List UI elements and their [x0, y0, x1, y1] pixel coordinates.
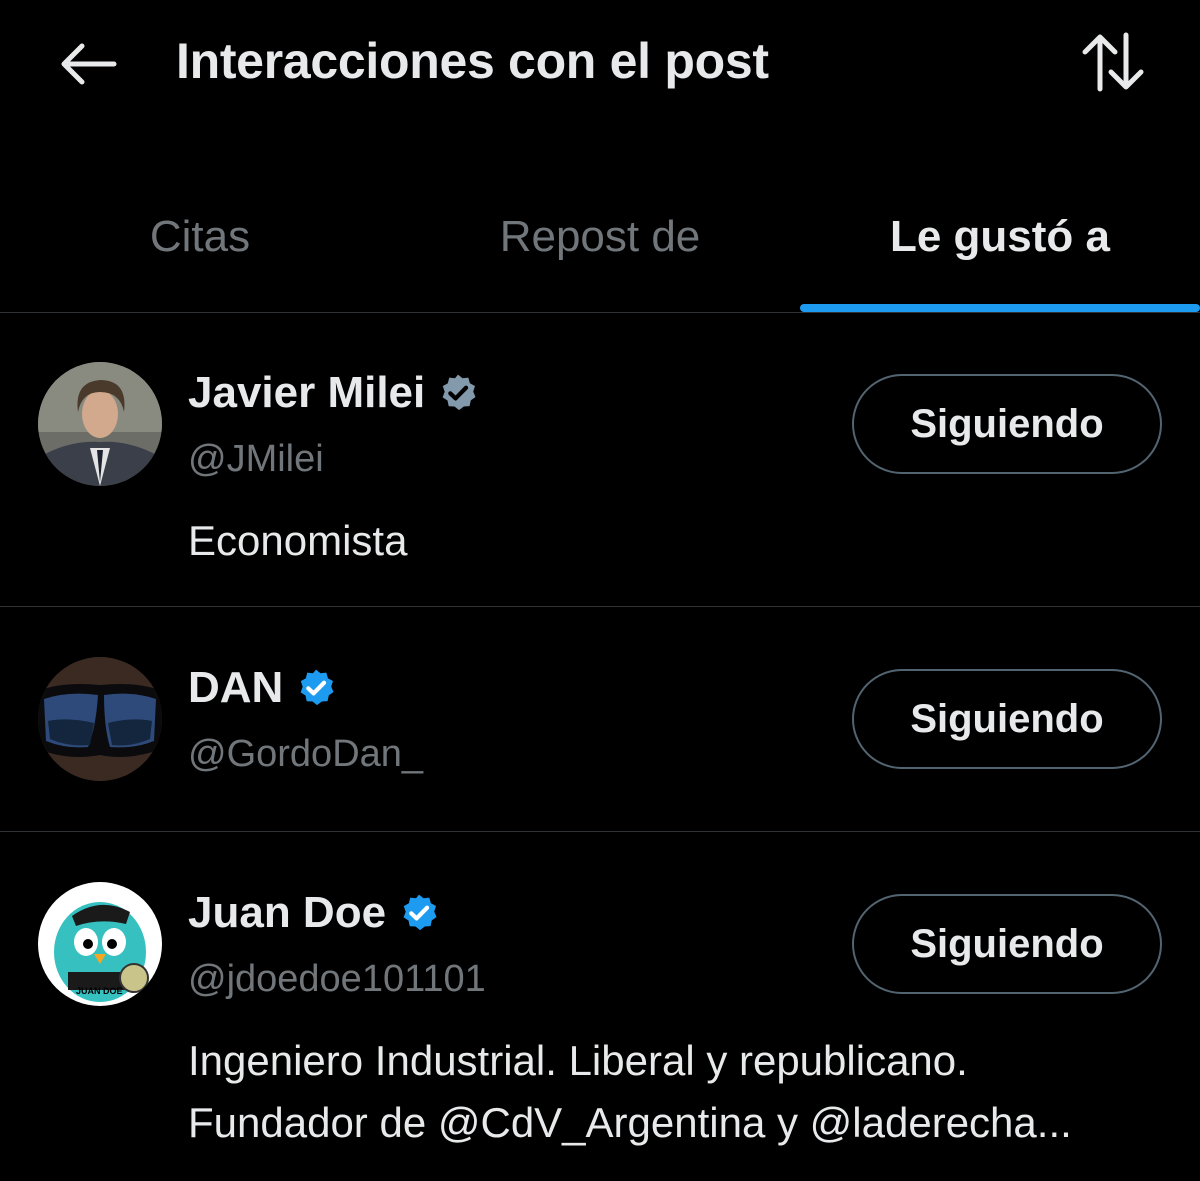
verified-badge-icon	[300, 669, 334, 706]
user-display-name: Juan Doe	[188, 888, 387, 937]
avatar[interactable]	[38, 657, 162, 781]
sort-arrows-icon	[1082, 32, 1144, 92]
user-bio: Economista	[188, 517, 408, 564]
tab-le-gusto-a[interactable]: Le gustó a	[800, 180, 1200, 312]
user-display-name: DAN	[188, 663, 284, 712]
liked-by-list: Javier Milei @JMilei Economista Siguiend…	[0, 312, 1200, 1181]
tab-repost-de[interactable]: Repost de	[400, 180, 800, 312]
avatar-label: JUAN DOE	[76, 986, 123, 996]
back-button[interactable]	[56, 36, 120, 92]
user-name-line: Juan Doe	[188, 888, 440, 938]
tab-label: Le gustó a	[889, 212, 1111, 261]
bio-line: Fundador de @CdV_Argentina y @laderecha.…	[188, 1099, 1072, 1146]
user-name-line: DAN	[188, 663, 337, 713]
tab-label: Repost de	[499, 212, 701, 261]
user-bio: Ingeniero Industrial. Liberal y republic…	[188, 1030, 1178, 1154]
user-display-name: Javier Milei	[188, 368, 426, 417]
bio-line: Ingeniero Industrial. Liberal y republic…	[188, 1037, 968, 1084]
verified-badge-icon	[442, 374, 476, 411]
user-row[interactable]: Javier Milei @JMilei Economista Siguiend…	[0, 312, 1200, 607]
user-handle: @JMilei	[188, 438, 324, 480]
user-handle: @GordoDan_	[188, 733, 424, 775]
verified-badge-icon	[403, 894, 437, 931]
sort-button[interactable]	[1078, 30, 1148, 94]
user-row[interactable]: JUAN DOE Juan Doe @jdoedoe101101 Ingenie…	[0, 832, 1200, 1181]
page-title: Interacciones con el post	[176, 33, 769, 89]
active-tab-indicator	[800, 304, 1200, 312]
following-button[interactable]: Siguiendo	[852, 669, 1162, 769]
top-app-bar: Interacciones con el post	[0, 0, 1200, 130]
tab-label: Citas	[149, 212, 251, 261]
arrow-left-icon	[61, 43, 117, 85]
interaction-tabs: Citas Repost de Le gustó a	[0, 180, 1200, 313]
user-name-line: Javier Milei	[188, 368, 479, 418]
user-handle: @jdoedoe101101	[188, 958, 486, 1000]
avatar[interactable]: JUAN DOE	[38, 882, 162, 1006]
user-row[interactable]: DAN @GordoDan_ Siguiendo	[0, 607, 1200, 832]
following-button[interactable]: Siguiendo	[852, 894, 1162, 994]
avatar[interactable]	[38, 362, 162, 486]
tab-citas[interactable]: Citas	[0, 180, 400, 312]
following-button[interactable]: Siguiendo	[852, 374, 1162, 474]
